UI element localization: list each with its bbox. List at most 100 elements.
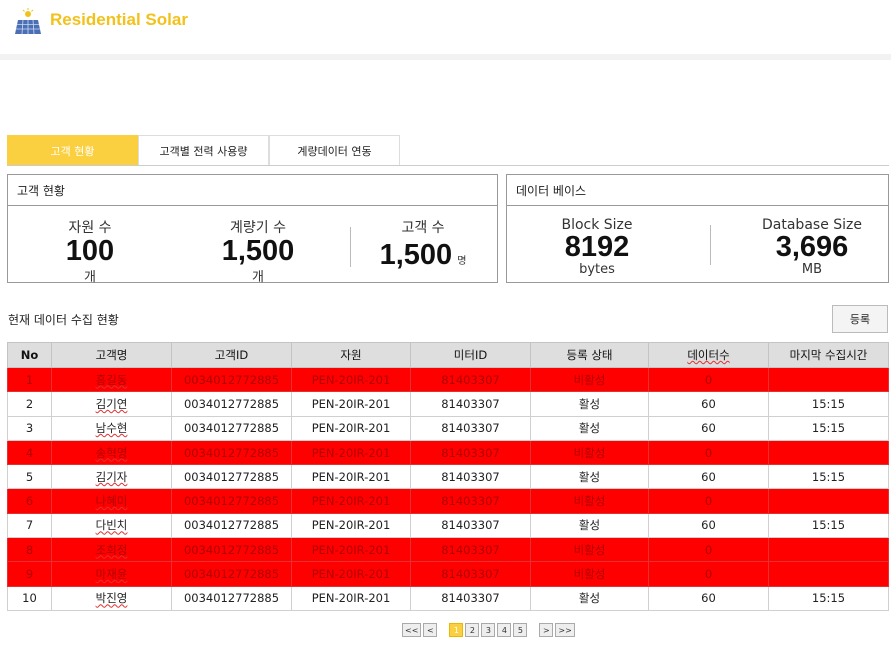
cell-name: 홍길동	[51, 366, 172, 393]
stat-database-size: Database Size 3,696 MB	[757, 217, 867, 277]
cell-name: 마재윤	[51, 561, 172, 587]
stat-divider	[350, 227, 351, 267]
first-page-button[interactable]: <<	[402, 623, 422, 637]
cell-name: 송혁명	[51, 439, 172, 466]
next-page-button[interactable]: >	[539, 623, 554, 637]
cell-status: 비활성	[530, 439, 649, 466]
cell-name: 남수현	[51, 415, 172, 441]
cell-no: 2	[7, 391, 52, 417]
cell-customer-id: 0034012772885	[171, 585, 292, 611]
col-header-last-time: 마지막 수집시간	[768, 342, 889, 368]
cell-resource: PEN-20IR-201	[291, 439, 411, 466]
tab-meter-data[interactable]: 계량데이터 연동	[269, 135, 400, 166]
cell-resource: PEN-20IR-201	[291, 561, 411, 587]
table-row[interactable]: 4 송혁명 0034012772885 PEN-20IR-201 81403307 비활성…	[7, 439, 889, 466]
cell-resource: PEN-20IR-201	[291, 537, 411, 563]
cell-customer-id: 0034012772885	[171, 415, 292, 441]
page-button-5[interactable]: 5	[513, 623, 528, 637]
cell-no: 7	[7, 512, 52, 539]
cell-customer-id: 0034012772885	[171, 488, 292, 514]
cell-meter-id: 81403307	[410, 415, 531, 441]
cell-name: 김기연	[51, 391, 172, 417]
page-button-3[interactable]: 3	[481, 623, 496, 637]
col-header-data-count: 데이터수	[648, 342, 769, 368]
cell-last-time: 15:15	[768, 415, 889, 441]
cell-no: 3	[7, 415, 52, 441]
stat-unit: MB	[801, 262, 823, 277]
table-row[interactable]: 5 김기자 0034012772885 PEN-20IR-201 81403307 활성 6…	[7, 464, 889, 490]
pager-gap	[439, 623, 447, 637]
cell-data-count: 0	[648, 488, 769, 514]
cell-data-count: 60	[648, 391, 769, 417]
customer-name-text: 김기연	[95, 396, 128, 411]
stat-value: 1,500	[221, 235, 295, 267]
cell-last-time	[768, 537, 889, 563]
cell-status: 활성	[530, 464, 649, 490]
page-button-2[interactable]: 2	[465, 623, 480, 637]
table-row[interactable]: 10 박진영 0034012772885 PEN-20IR-201 81403307 활성…	[7, 585, 889, 611]
cell-name: 다빈치	[51, 512, 172, 539]
stat-label: 계량기 수	[230, 220, 286, 236]
table-row[interactable]: 1 홍길동 0034012772885 PEN-20IR-201 81403307 비활성…	[7, 366, 889, 393]
cell-no: 5	[7, 464, 52, 490]
cell-meter-id: 81403307	[410, 585, 531, 611]
stat-value: 1,500	[379, 239, 453, 271]
customer-name-text: 다빈치	[95, 518, 128, 533]
table-row[interactable]: 2 김기연 0034012772885 PEN-20IR-201 81403307 활성 6…	[7, 391, 889, 417]
prev-page-button[interactable]: <	[423, 623, 438, 637]
pagination: << < 1 2 3 4 5 > >>	[402, 623, 575, 637]
cell-name: 조희정	[51, 537, 172, 563]
customer-name-text: 마재윤	[95, 567, 128, 582]
page-button-4[interactable]: 4	[497, 623, 512, 637]
cell-meter-id: 81403307	[410, 537, 531, 563]
tab-customer-status[interactable]: 고객 현황	[7, 135, 138, 166]
page-button-1[interactable]: 1	[449, 623, 464, 637]
cell-data-count: 0	[648, 439, 769, 466]
cell-status: 비활성	[530, 537, 649, 563]
table-row[interactable]: 3 남수현 0034012772885 PEN-20IR-201 81403307 활성 6…	[7, 415, 889, 441]
cell-customer-id: 0034012772885	[171, 366, 292, 393]
cell-resource: PEN-20IR-201	[291, 366, 411, 393]
cell-no: 10	[7, 585, 52, 611]
table-row[interactable]: 6 나혜미 0034012772885 PEN-20IR-201 81403307 비활성…	[7, 488, 889, 514]
cell-status: 활성	[530, 512, 649, 539]
col-header-resource: 자원	[291, 342, 411, 368]
col-header-customer-id: 고객ID	[171, 342, 292, 368]
last-page-button[interactable]: >>	[555, 623, 575, 637]
stat-label: 자원 수	[68, 220, 112, 236]
stat-value-row: 1,500 명	[368, 241, 478, 270]
register-button[interactable]: 등록	[832, 305, 888, 333]
collection-title: 현재 데이터 수집 현황	[8, 313, 119, 327]
cell-last-time: 15:15	[768, 512, 889, 539]
cell-name: 나혜미	[51, 488, 172, 514]
table-row[interactable]: 9 마재윤 0034012772885 PEN-20IR-201 81403307 비활성…	[7, 561, 889, 587]
cell-data-count: 60	[648, 512, 769, 539]
stat-block-size: Block Size 8192 bytes	[547, 217, 647, 277]
cell-meter-id: 81403307	[410, 512, 531, 539]
cell-no: 4	[7, 439, 52, 466]
cell-last-time	[768, 561, 889, 587]
cell-resource: PEN-20IR-201	[291, 488, 411, 514]
table-row[interactable]: 8 조희정 0034012772885 PEN-20IR-201 81403307 비활성…	[7, 537, 889, 563]
cell-data-count: 0	[648, 537, 769, 563]
cell-name: 김기자	[51, 464, 172, 490]
col-header-meter-id: 미터ID	[410, 342, 531, 368]
cell-last-time	[768, 439, 889, 466]
cell-resource: PEN-20IR-201	[291, 391, 411, 417]
panel-title: 고객 현황	[8, 175, 497, 206]
cell-status: 활성	[530, 391, 649, 417]
cell-meter-id: 81403307	[410, 439, 531, 466]
cell-data-count: 60	[648, 415, 769, 441]
cell-no: 6	[7, 488, 52, 514]
cell-customer-id: 0034012772885	[171, 391, 292, 417]
cell-customer-id: 0034012772885	[171, 561, 292, 587]
cell-status: 비활성	[530, 561, 649, 587]
table-row[interactable]: 7 다빈치 0034012772885 PEN-20IR-201 81403307 활성 6…	[7, 512, 889, 539]
tab-power-usage[interactable]: 고객별 전력 사용량	[138, 135, 269, 166]
cell-status: 활성	[530, 415, 649, 441]
cell-meter-id: 81403307	[410, 488, 531, 514]
table-body: 1 홍길동 0034012772885 PEN-20IR-201 81403307 비활성…	[7, 366, 889, 611]
cell-last-time: 15:15	[768, 464, 889, 490]
app-header: Residential Solar	[0, 0, 891, 60]
cell-last-time: 15:15	[768, 585, 889, 611]
